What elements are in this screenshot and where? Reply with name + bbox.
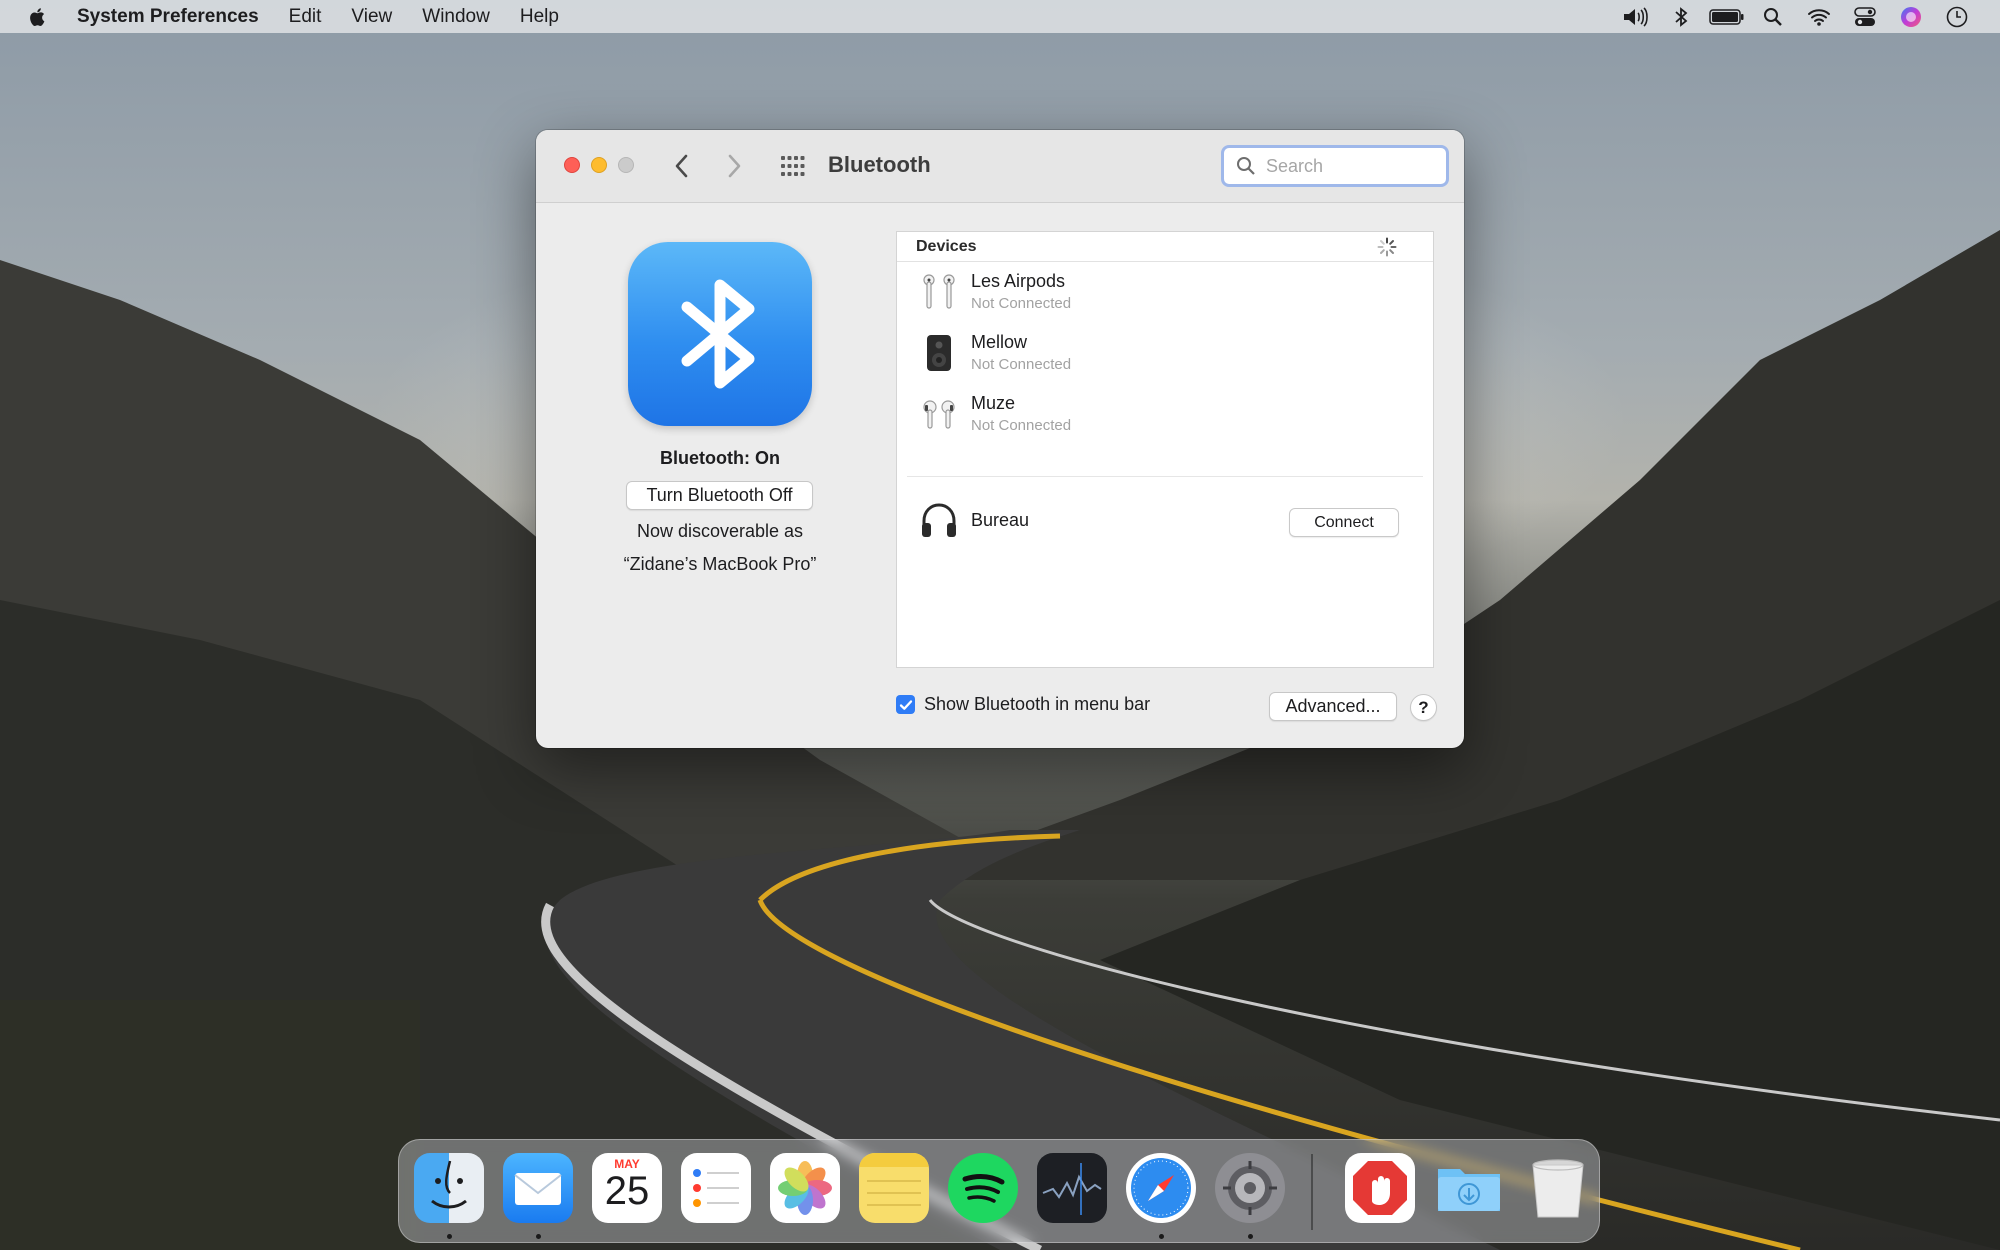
discoverable-label: Now discoverable as xyxy=(636,521,804,541)
menu-app-name[interactable]: System Preferences xyxy=(77,6,259,28)
device-status: Not Connected xyxy=(971,417,1072,434)
volume-icon[interactable] xyxy=(1612,0,1658,33)
wifi-icon[interactable] xyxy=(1796,0,1842,33)
calendar-day: 25 xyxy=(604,1169,650,1213)
show-in-menu-bar-label[interactable]: Show Bluetooth in menu bar xyxy=(924,694,1150,715)
safari-icon[interactable] xyxy=(1126,1153,1196,1223)
bluetooth-icon[interactable] xyxy=(1658,0,1704,33)
device-row[interactable]: Les Airpods Not Connected xyxy=(897,262,1433,322)
menu-bar: System Preferences Edit View Window Help xyxy=(0,0,2000,33)
running-indicator xyxy=(447,1234,452,1239)
running-indicator xyxy=(1248,1234,1253,1239)
minimize-button[interactable] xyxy=(591,157,607,173)
search-input[interactable] xyxy=(1266,155,1436,177)
running-indicator xyxy=(1159,1234,1164,1239)
photos-icon[interactable] xyxy=(770,1153,840,1223)
device-name: Muze xyxy=(971,393,1016,413)
bluetooth-logo-icon xyxy=(628,242,812,426)
back-icon[interactable] xyxy=(672,152,692,180)
window-title: Bluetooth xyxy=(828,152,931,177)
search-icon xyxy=(1237,157,1255,175)
menu-help[interactable]: Help xyxy=(520,6,559,28)
status-icons xyxy=(1612,0,1980,33)
calendar-icon[interactable]: MAY 25 xyxy=(592,1153,662,1223)
zoom-button[interactable] xyxy=(618,157,634,173)
device-row[interactable]: Mellow Not Connected xyxy=(897,323,1433,383)
discoverable-device-name: “Zidane’s MacBook Pro” xyxy=(623,554,817,574)
devices-list[interactable]: Devices Les Airpods Not Connected Mellow… xyxy=(896,231,1434,668)
loading-spinner-icon xyxy=(1377,237,1397,257)
device-row[interactable]: Muze Not Connected xyxy=(897,384,1433,444)
show-in-menu-bar-checkbox[interactable] xyxy=(896,695,915,714)
menu-edit[interactable]: Edit xyxy=(289,6,322,28)
dock: MAY 25 xyxy=(398,1139,1600,1243)
menu-view[interactable]: View xyxy=(351,6,392,28)
mail-icon[interactable] xyxy=(503,1153,573,1223)
dock-divider xyxy=(1311,1154,1313,1230)
finder-icon[interactable] xyxy=(414,1153,484,1223)
adblock-icon[interactable] xyxy=(1345,1153,1415,1223)
nearby-device-row[interactable]: Bureau Connect xyxy=(897,491,1433,551)
device-name: Bureau xyxy=(971,510,1030,530)
menu-window[interactable]: Window xyxy=(422,6,490,28)
close-button[interactable] xyxy=(564,157,580,173)
help-button[interactable]: ? xyxy=(1410,694,1437,721)
device-status: Not Connected xyxy=(971,295,1072,312)
bluetooth-window: Bluetooth Bluetooth: On Turn Bluetooth O… xyxy=(536,130,1464,748)
bluetooth-status: Bluetooth: On xyxy=(660,448,780,468)
turn-bluetooth-off-button[interactable]: Turn Bluetooth Off xyxy=(626,481,813,510)
device-name: Les Airpods xyxy=(971,271,1066,291)
search-field[interactable] xyxy=(1221,145,1449,187)
window-toolbar: Bluetooth xyxy=(536,130,1464,203)
stocks-icon[interactable] xyxy=(1037,1153,1107,1223)
downloads-folder-icon[interactable] xyxy=(1434,1153,1504,1223)
speaker-icon xyxy=(919,333,959,373)
battery-icon[interactable] xyxy=(1704,0,1750,33)
checkmark-icon xyxy=(899,699,912,710)
headphones-icon xyxy=(919,501,959,541)
spotify-icon[interactable] xyxy=(948,1153,1018,1223)
running-indicator xyxy=(536,1234,541,1239)
notes-icon[interactable] xyxy=(859,1153,929,1223)
clock-icon[interactable] xyxy=(1934,0,1980,33)
siri-icon[interactable] xyxy=(1888,0,1934,33)
control-center-icon[interactable] xyxy=(1842,0,1888,33)
spotlight-icon[interactable] xyxy=(1750,0,1796,33)
trash-icon[interactable] xyxy=(1523,1153,1593,1223)
forward-icon[interactable] xyxy=(724,152,744,180)
airpods-icon xyxy=(919,272,959,312)
apple-icon[interactable] xyxy=(27,6,49,28)
show-all-grid-icon[interactable] xyxy=(781,156,805,176)
system-preferences-icon[interactable] xyxy=(1215,1153,1285,1223)
airpods-icon xyxy=(919,394,959,434)
show-in-menu-bar-option[interactable]: Show Bluetooth in menu bar xyxy=(896,694,1150,715)
advanced-button[interactable]: Advanced... xyxy=(1269,692,1397,721)
devices-header: Devices xyxy=(897,232,1433,262)
device-name: Mellow xyxy=(971,332,1028,352)
device-status: Not Connected xyxy=(971,356,1072,373)
connect-button[interactable]: Connect xyxy=(1289,508,1399,537)
list-divider xyxy=(907,476,1423,477)
devices-title: Devices xyxy=(916,238,977,255)
reminders-icon[interactable] xyxy=(681,1153,751,1223)
